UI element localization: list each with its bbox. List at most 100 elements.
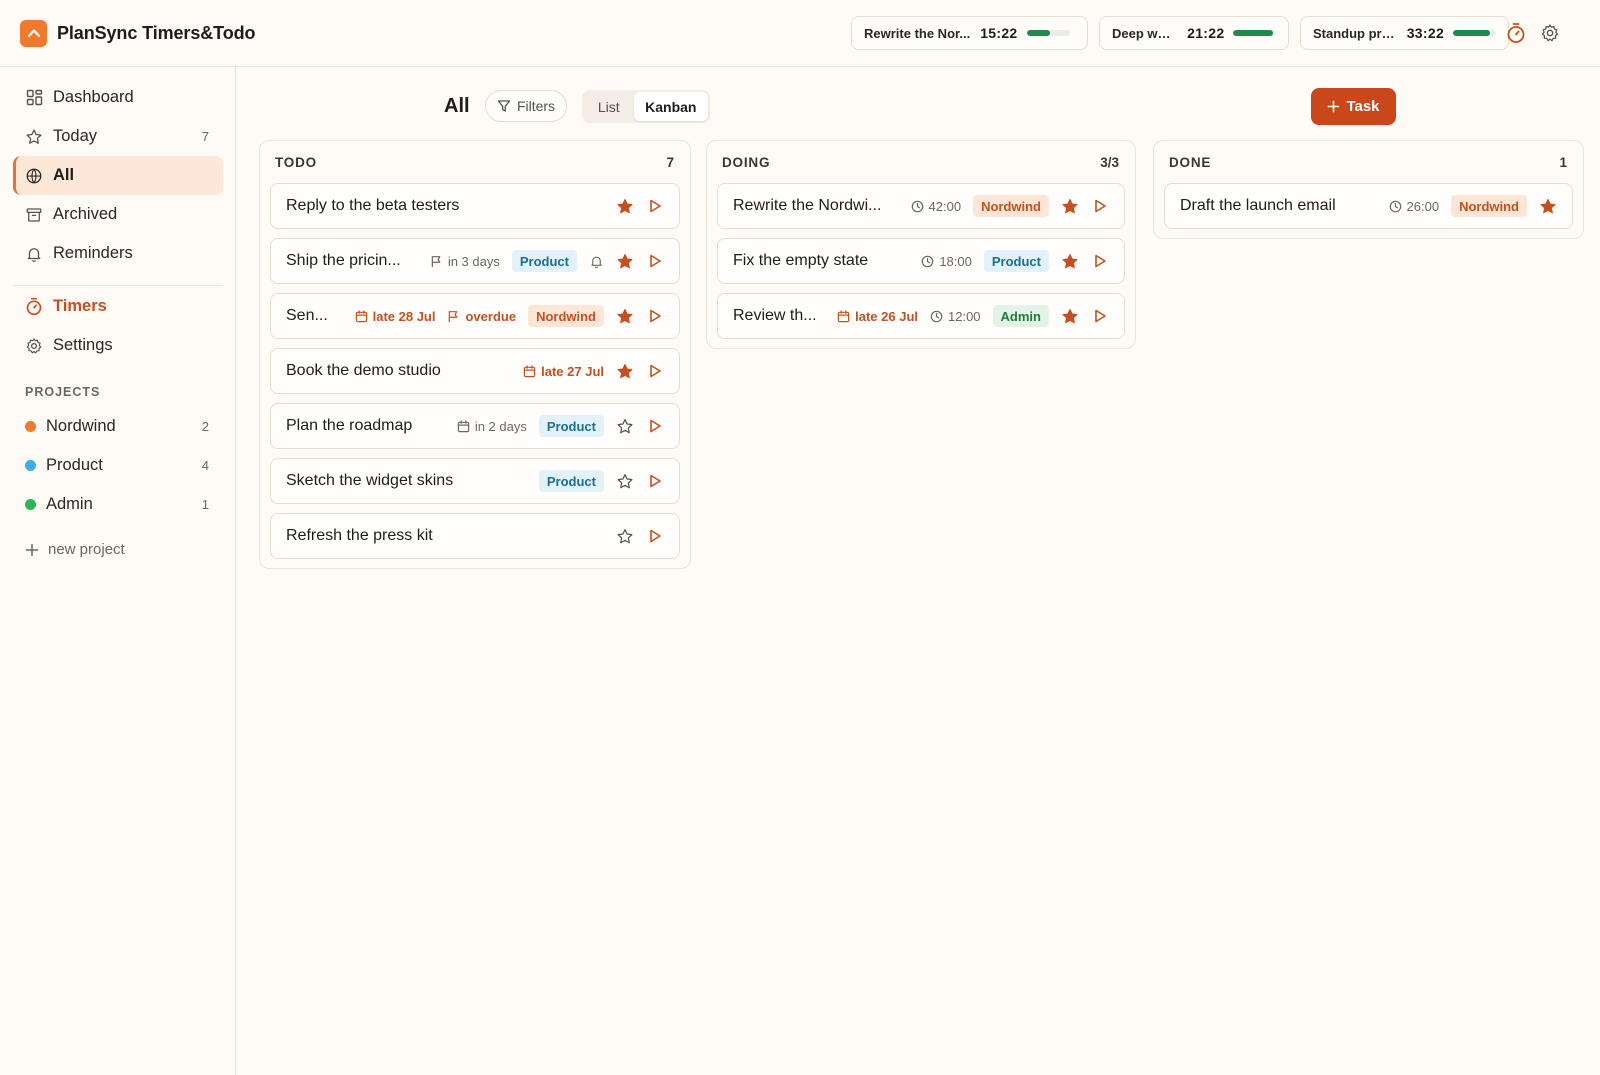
sidebar: Dashboard Today 7 All Archived Reminders… — [0, 67, 236, 1075]
time-estimate: 26:00 — [1389, 199, 1439, 214]
time-estimate: 42:00 — [911, 199, 961, 214]
timer-progress — [1233, 30, 1276, 36]
star-icon[interactable] — [616, 527, 634, 545]
timer-chip[interactable]: Standup prep 33:22 — [1300, 16, 1509, 50]
sidebar-item-settings[interactable]: Settings — [13, 326, 223, 365]
sidebar-item-dashboard[interactable]: Dashboard — [13, 78, 223, 117]
play-icon[interactable] — [646, 527, 664, 545]
sidebar-project-product[interactable]: Product 4 — [13, 447, 223, 483]
star-filled-icon[interactable] — [616, 307, 634, 325]
play-icon[interactable] — [1091, 307, 1109, 325]
timer-progress-fill — [1026, 30, 1051, 36]
time-estimate: 18:00 — [921, 254, 972, 269]
project-tag[interactable]: Product — [538, 470, 604, 492]
bell-icon[interactable] — [589, 254, 604, 269]
task-title: Rewrite the Nordwi... — [733, 197, 882, 214]
kanban-column-done: DONE 1 Draft the launch email 26:00 Nordwi… — [1153, 140, 1584, 239]
sidebar-item-today[interactable]: Today 7 — [13, 117, 223, 156]
timer-progress — [1453, 30, 1496, 36]
sidebar-item-count: 4 — [201, 457, 209, 473]
grid-icon — [25, 89, 43, 107]
sidebar-item-timers[interactable]: Timers — [13, 287, 223, 326]
due-date-text: in 2 days — [474, 418, 527, 434]
sidebar-item-label: Reminders — [53, 244, 133, 262]
timer-progress — [1026, 30, 1070, 36]
task-card[interactable]: Sen... late 28 Jul overdue Nordwind — [270, 293, 680, 339]
sidebar-item-label: Settings — [53, 336, 113, 354]
calendar-icon — [837, 309, 850, 323]
star-filled-icon[interactable] — [1061, 252, 1079, 270]
task-card[interactable]: Reply to the beta testers — [270, 183, 680, 229]
column-count: 1 — [1559, 154, 1567, 170]
play-icon[interactable] — [646, 362, 664, 380]
star-icon[interactable] — [616, 417, 634, 435]
timer-progress-fill — [1453, 30, 1490, 36]
project-tag[interactable]: Product — [511, 250, 577, 272]
filters-button[interactable]: Filters — [485, 90, 567, 122]
project-tag[interactable]: Nordwind — [973, 195, 1049, 217]
sidebar-item-label: All — [53, 166, 75, 184]
timer-chip-label: Standup prep — [1313, 25, 1397, 41]
star-filled-icon[interactable] — [1061, 197, 1079, 215]
filters-label: Filters — [516, 98, 556, 114]
timer-chip-time: 15:22 — [980, 25, 1018, 41]
project-tag[interactable]: Product — [983, 250, 1049, 272]
sidebar-item-label: Dashboard — [53, 88, 134, 106]
star-filled-icon[interactable] — [616, 252, 634, 270]
due-date: late 26 Jul — [837, 309, 918, 324]
play-icon[interactable] — [646, 417, 664, 435]
task-card[interactable]: Plan the roadmap in 2 days Product — [270, 403, 680, 449]
task-card[interactable]: Ship the pricin... in 3 days Product — [270, 238, 680, 284]
play-icon[interactable] — [646, 472, 664, 490]
task-title: Plan the roadmap — [286, 417, 413, 434]
star-icon[interactable] — [616, 472, 634, 490]
timer-chip-label: Deep work — [1112, 25, 1178, 41]
star-icon — [25, 128, 43, 146]
play-icon[interactable] — [1091, 197, 1109, 215]
project-tag[interactable]: Product — [538, 415, 604, 437]
play-icon[interactable] — [646, 252, 664, 270]
star-filled-icon[interactable] — [616, 197, 634, 215]
app-header: PlanSync Timers&Todo Rewrite the Nor... … — [0, 0, 1600, 67]
project-tag[interactable]: Nordwind — [1451, 195, 1527, 217]
play-icon[interactable] — [1091, 252, 1109, 270]
task-card[interactable]: Book the demo studio late 27 Jul — [270, 348, 680, 394]
task-title: Sketch the widget skins — [286, 472, 454, 489]
due-date: late 28 Jul — [355, 309, 435, 324]
calendar-icon — [523, 364, 536, 378]
sidebar-item-reminders[interactable]: Reminders — [13, 234, 223, 273]
task-title: Refresh the press kit — [286, 527, 433, 544]
timer-chip[interactable]: Rewrite the Nor... 15:22 — [851, 16, 1088, 50]
task-card[interactable]: Review th... late 26 Jul 12:00 Admin — [717, 293, 1125, 339]
play-icon[interactable] — [646, 197, 664, 215]
add-task-button[interactable]: Task — [1311, 88, 1396, 125]
task-card[interactable]: Fix the empty state 18:00 Product — [717, 238, 1125, 284]
task-title: Fix the empty state — [733, 252, 869, 269]
project-tag[interactable]: Nordwind — [528, 305, 604, 327]
sidebar-item-label: Admin — [46, 494, 93, 513]
task-card[interactable]: Sketch the widget skins Product — [270, 458, 680, 504]
sidebar-item-archived[interactable]: Archived — [13, 195, 223, 234]
sidebar-project-admin[interactable]: Admin 1 — [13, 486, 223, 522]
task-title: Book the demo studio — [286, 362, 441, 379]
add-task-label: Task — [1346, 98, 1380, 115]
star-filled-icon[interactable] — [616, 362, 634, 380]
project-tag[interactable]: Admin — [992, 305, 1049, 327]
task-card[interactable]: Rewrite the Nordwi... 42:00 Nordwind — [717, 183, 1125, 229]
play-icon[interactable] — [646, 307, 664, 325]
timer-chip[interactable]: Deep work 21:22 — [1099, 16, 1289, 50]
stopwatch-icon[interactable] — [1506, 22, 1526, 44]
sidebar-item-all[interactable]: All — [13, 156, 223, 195]
column-title: DONE — [1169, 154, 1212, 170]
sidebar-project-nordwind[interactable]: Nordwind 2 — [13, 408, 223, 444]
task-card[interactable]: Draft the launch email 26:00 Nordwind — [1164, 183, 1573, 229]
page-title: All — [444, 95, 470, 117]
view-list-tab[interactable]: List — [584, 92, 634, 121]
view-kanban-tab[interactable]: Kanban — [633, 92, 708, 121]
column-header: DONE 1 — [1154, 141, 1583, 183]
gear-icon[interactable] — [1540, 23, 1560, 43]
new-project-button[interactable]: new project — [25, 541, 125, 558]
star-filled-icon[interactable] — [1539, 197, 1557, 215]
task-card[interactable]: Refresh the press kit — [270, 513, 680, 559]
star-filled-icon[interactable] — [1061, 307, 1079, 325]
